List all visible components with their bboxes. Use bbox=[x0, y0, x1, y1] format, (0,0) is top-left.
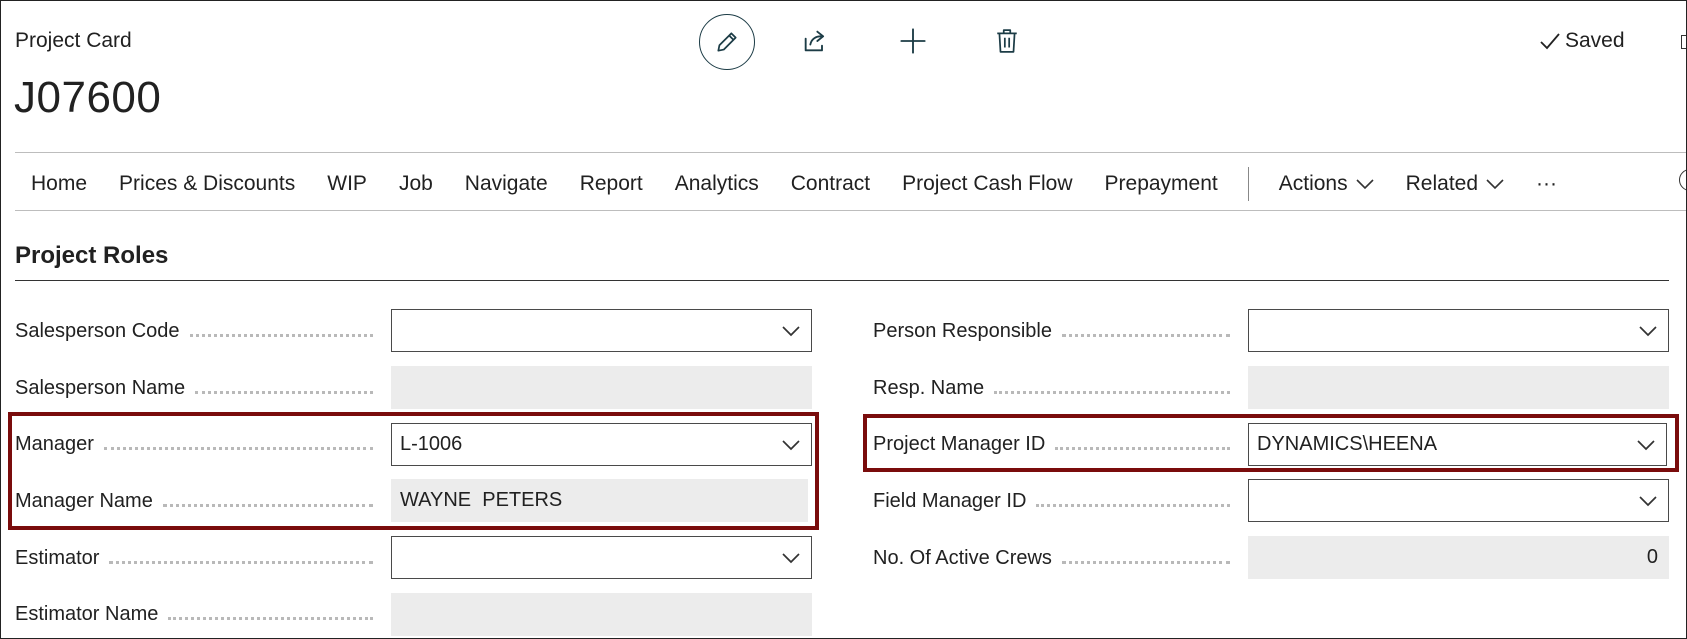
person-responsible-label: Person Responsible bbox=[873, 316, 1238, 346]
leader-dots bbox=[1036, 503, 1230, 507]
edit-button[interactable] bbox=[699, 14, 755, 70]
nav-navigate[interactable]: Navigate bbox=[449, 172, 564, 196]
leader-dots bbox=[195, 390, 373, 394]
collapse-icon[interactable] bbox=[1681, 35, 1686, 49]
chevron-down-icon[interactable] bbox=[1636, 489, 1660, 513]
resp-name-field bbox=[1248, 366, 1669, 409]
project-card-window: Project Card J07600 Saved Home Prices & … bbox=[0, 0, 1687, 639]
leader-dots bbox=[1061, 560, 1230, 564]
nav-separator bbox=[1247, 167, 1249, 201]
record-title: J07600 bbox=[14, 73, 162, 122]
nav-related-menu[interactable]: Related bbox=[1390, 172, 1520, 196]
new-button[interactable] bbox=[895, 23, 931, 59]
delete-button[interactable] bbox=[989, 23, 1025, 59]
field-label-text: Estimator Name bbox=[15, 602, 159, 625]
nav-project-cash-flow[interactable]: Project Cash Flow bbox=[886, 172, 1088, 196]
divider bbox=[15, 210, 1686, 211]
leader-dots bbox=[168, 616, 373, 620]
leader-dots bbox=[994, 390, 1230, 394]
field-label-text: Field Manager ID bbox=[873, 489, 1027, 512]
field-label-text: Estimator bbox=[15, 546, 100, 569]
field-label-text: Resp. Name bbox=[873, 376, 985, 399]
chevron-down-icon[interactable] bbox=[1636, 319, 1660, 343]
leader-dots bbox=[109, 560, 373, 564]
salesperson-name-label: Salesperson Name bbox=[15, 373, 381, 403]
pencil-icon bbox=[717, 32, 737, 52]
estimator-field[interactable] bbox=[391, 536, 812, 579]
leader-dots bbox=[1062, 333, 1230, 337]
divider bbox=[15, 152, 1686, 153]
field-value: 0 bbox=[1646, 546, 1658, 568]
field-label-text: No. Of Active Crews bbox=[873, 546, 1052, 569]
section-title: Project Roles bbox=[15, 242, 169, 269]
field-manager-id-label: Field Manager ID bbox=[873, 486, 1238, 516]
estimator-name-field bbox=[391, 593, 812, 636]
manager-highlight-box bbox=[8, 412, 819, 530]
salesperson-code-field[interactable] bbox=[391, 309, 812, 352]
field-manager-id-field[interactable] bbox=[1248, 479, 1669, 522]
section-rule bbox=[15, 280, 1669, 281]
search-icon[interactable] bbox=[1679, 169, 1686, 191]
leader-dots bbox=[189, 333, 373, 337]
nav-report[interactable]: Report bbox=[564, 172, 659, 196]
page-caption: Project Card bbox=[15, 29, 132, 52]
estimator-label: Estimator bbox=[15, 543, 381, 573]
nav-job[interactable]: Job bbox=[383, 172, 449, 196]
field-label-text: Salesperson Name bbox=[15, 376, 186, 399]
nav-contract[interactable]: Contract bbox=[775, 172, 886, 196]
resp-name-label: Resp. Name bbox=[873, 373, 1238, 403]
active-crews-label: No. Of Active Crews bbox=[873, 543, 1238, 573]
nav-wip[interactable]: WIP bbox=[311, 172, 383, 196]
field-label-text: Salesperson Code bbox=[15, 319, 180, 342]
nav-prices-discounts[interactable]: Prices & Discounts bbox=[103, 172, 311, 196]
estimator-name-label: Estimator Name bbox=[15, 599, 381, 629]
action-bar: Home Prices & Discounts WIP Job Navigate… bbox=[15, 166, 1573, 202]
nav-prepayment[interactable]: Prepayment bbox=[1089, 172, 1234, 196]
saved-status: Saved bbox=[1539, 29, 1625, 53]
chevron-down-icon[interactable] bbox=[779, 546, 803, 570]
nav-related-label: Related bbox=[1405, 172, 1479, 195]
nav-actions-label: Actions bbox=[1278, 172, 1348, 195]
active-crews-field: 0 bbox=[1248, 536, 1669, 579]
checkmark-icon bbox=[1540, 33, 1560, 50]
person-responsible-field[interactable] bbox=[1248, 309, 1669, 352]
salesperson-code-label: Salesperson Code bbox=[15, 316, 381, 346]
plus-icon bbox=[900, 28, 926, 54]
project-manager-highlight-box bbox=[863, 414, 1679, 472]
nav-analytics[interactable]: Analytics bbox=[659, 172, 775, 196]
nav-actions-menu[interactable]: Actions bbox=[1263, 172, 1390, 196]
saved-label: Saved bbox=[1565, 29, 1625, 52]
salesperson-name-field bbox=[391, 366, 812, 409]
nav-home[interactable]: Home bbox=[15, 172, 103, 196]
field-label-text: Person Responsible bbox=[873, 319, 1052, 342]
more-options-button[interactable]: ··· bbox=[1520, 172, 1573, 196]
share-icon bbox=[804, 30, 825, 52]
chevron-down-icon[interactable] bbox=[779, 319, 803, 343]
chevron-down-icon bbox=[1486, 179, 1504, 190]
trash-icon bbox=[997, 29, 1017, 53]
share-button[interactable] bbox=[797, 23, 833, 59]
chevron-down-icon bbox=[1356, 179, 1374, 190]
